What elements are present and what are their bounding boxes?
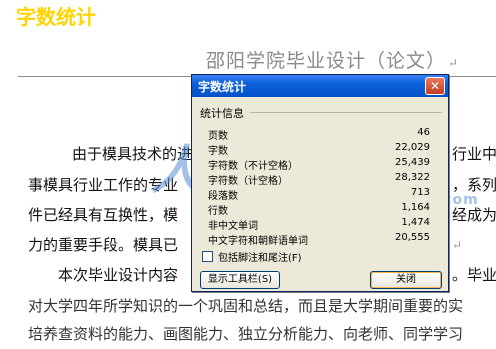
document-canvas: 字数统计 邵阳学院毕业设计（论文） ↵ 由于模具技术的进 行业中 事模具行业工作的… xyxy=(0,0,496,349)
stat-label: 字符数（计空格） xyxy=(208,176,288,187)
banner-title: 字数统计 xyxy=(0,0,136,34)
stat-row-non-chinese-words: 非中文单词 1,474 xyxy=(208,217,430,232)
body-line-6: 对大学四年所学知识的一个巩固和总结，而且是大学期间重要的实 xyxy=(28,297,464,315)
body-line-3: 件已经具有互换性，模 xyxy=(28,206,179,224)
word-count-dialog: 字数统计 ✕ 统计信息 页数 46 字数 22,029 字符数（不计空格） 25… xyxy=(191,74,449,292)
stat-value: 46 xyxy=(417,127,430,138)
stat-value: 20,555 xyxy=(395,232,430,243)
stat-label: 行数 xyxy=(208,206,228,217)
paragraph-mark-icon: ↵ xyxy=(448,56,460,70)
dialog-titlebar[interactable]: 字数统计 ✕ xyxy=(192,75,448,97)
stat-value: 1,164 xyxy=(401,202,430,213)
body-line-5: 本次毕业设计内容 xyxy=(58,266,179,284)
stat-row-pages: 页数 46 xyxy=(208,127,430,142)
stat-row-words: 字数 22,029 xyxy=(208,142,430,157)
stat-value: 713 xyxy=(410,187,430,198)
body-line-4: 力的重要手段。模具已 xyxy=(28,236,179,254)
body-line-5-right: 。毕业 xyxy=(452,266,496,284)
stat-value: 25,439 xyxy=(395,157,430,168)
stat-value: 22,029 xyxy=(395,142,430,153)
include-footnotes-option[interactable]: 包括脚注和尾注(F) xyxy=(202,249,302,264)
stat-row-chinese-chars: 中文字符和朝鲜语单词 20,555 xyxy=(208,232,430,247)
stat-row-chars-no-spaces: 字符数（不计空格） 25,439 xyxy=(208,157,430,172)
body-line-2: 事模具行业工作的专业 xyxy=(28,176,179,194)
body-line-2-right: ，系列 xyxy=(452,176,496,194)
include-footnotes-label: 包括脚注和尾注(F) xyxy=(218,253,302,264)
stat-row-lines: 行数 1,164 xyxy=(208,202,430,217)
dialog-title: 字数统计 xyxy=(198,80,247,94)
body-line-7: 培养查资料的能力、画图能力、独立分析能力、向老师、同学学习 xyxy=(28,325,464,343)
show-toolbar-button[interactable]: 显示工具栏(S) xyxy=(200,271,280,289)
body-line-3-right: 经成为 xyxy=(452,206,496,224)
header-title-text: 邵阳学院毕业设计（论文） xyxy=(206,50,447,72)
stat-label: 页数 xyxy=(208,131,228,142)
stat-value: 1,474 xyxy=(401,217,430,228)
body-line-1: 由于模具技术的进 xyxy=(72,145,193,163)
close-icon[interactable]: ✕ xyxy=(425,77,445,95)
stat-label: 段落数 xyxy=(208,191,238,202)
stat-value: 28,322 xyxy=(395,172,430,183)
section-divider xyxy=(250,112,442,113)
stat-label: 字符数（不计空格） xyxy=(208,161,298,172)
stat-row-chars-with-spaces: 字符数（计空格） 28,322 xyxy=(208,172,430,187)
body-line-1-right: 行业中 xyxy=(452,145,496,163)
include-footnotes-checkbox[interactable] xyxy=(202,251,213,262)
section-label: 统计信息 xyxy=(200,107,244,120)
stat-row-paragraphs: 段落数 713 xyxy=(208,187,430,202)
stat-label: 非中文单词 xyxy=(208,221,258,232)
paragraph-mark-icon: ↵ xyxy=(452,238,463,252)
close-button[interactable]: 关闭 xyxy=(370,271,442,289)
stat-label: 中文字符和朝鲜语单词 xyxy=(208,236,308,247)
document-header-title: 邵阳学院毕业设计（论文） ↵ xyxy=(206,46,459,73)
stat-label: 字数 xyxy=(208,146,228,157)
